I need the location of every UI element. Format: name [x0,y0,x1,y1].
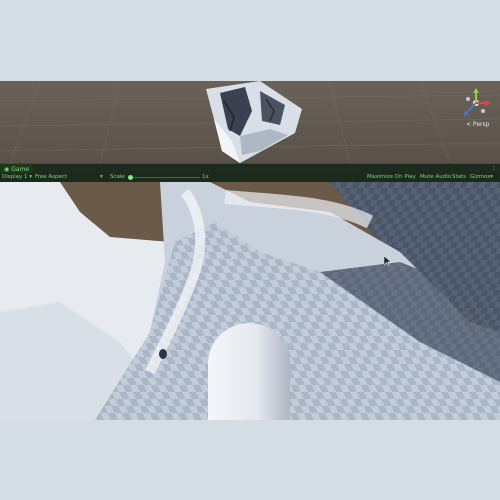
mute-audio-toggle[interactable]: Mute Audio [420,174,451,180]
aspect-dropdown-chevron-icon[interactable]: ▾ [100,174,103,180]
display-dropdown-label: Display 1 [2,174,28,180]
scene-view[interactable]: < Persp [0,81,500,163]
perspective-label[interactable]: < Persp [466,121,489,128]
gizmos-label: Gizmos [470,174,491,180]
scale-slider-handle[interactable] [128,175,133,180]
maximize-on-play-toggle[interactable]: Maximize On Play [367,174,416,180]
game-view[interactable] [0,182,500,420]
aspect-dropdown[interactable]: Free Aspect [35,174,67,180]
scale-slider-track[interactable] [130,177,200,178]
stats-toggle[interactable]: Stats [452,174,466,180]
terrain-chunk-model[interactable] [200,81,310,163]
kebab-menu-icon[interactable]: ⋮ [491,165,497,172]
scale-label: Scale [110,174,125,180]
axis-gizmo-icon[interactable] [460,87,492,119]
mouse-cursor-icon [384,256,392,266]
tab-game-label: Game [11,165,30,173]
scale-value: 1x [202,174,209,180]
display-dropdown[interactable]: Display 1 ▾ [2,174,32,180]
aspect-dropdown-label: Free Aspect [35,174,68,180]
player-capsule[interactable] [208,322,290,420]
gizmos-dropdown[interactable]: Gizmos▾ [470,174,493,180]
gamepad-icon: ◉ [4,165,10,173]
